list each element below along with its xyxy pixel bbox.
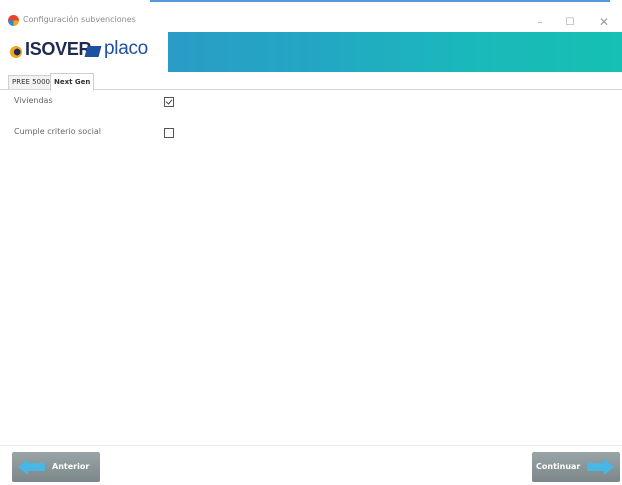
placo-logo-text: placo (104, 38, 148, 59)
placo-logo-icon (84, 46, 102, 57)
minimize-button[interactable]: – (526, 12, 554, 32)
option-row-viviendas: Viviendas (14, 96, 214, 110)
isover-logo: ISOVER (10, 39, 92, 60)
brand-header: ISOVER placo (0, 32, 622, 72)
arrow-right-shaft (587, 463, 605, 471)
option-label-criterio-social: Cumple criterio social (14, 127, 101, 136)
arrow-right-icon (604, 459, 614, 475)
tab-pree-5000[interactable]: PREE 5000 (8, 75, 54, 89)
continue-button[interactable]: Continuar (532, 452, 620, 482)
previous-button[interactable]: Anterior (12, 452, 100, 482)
isover-logo-text: ISOVER (25, 39, 92, 59)
continue-button-label: Continuar (536, 462, 581, 471)
footer-divider (0, 445, 622, 446)
close-button[interactable]: ✕ (590, 12, 618, 32)
tab-next-gen[interactable]: Next Gen (50, 73, 95, 91)
tab-strip: PREE 5000 Next Gen (0, 72, 622, 91)
window-top-border (0, 0, 622, 2)
app-icon (8, 15, 19, 26)
previous-button-label: Anterior (52, 462, 90, 471)
arrow-left-shaft (27, 463, 45, 471)
title-bar[interactable]: Configuración subvenciones – ☐ ✕ (0, 12, 622, 32)
criterio-social-checkbox[interactable] (164, 128, 174, 138)
maximize-button[interactable]: ☐ (556, 12, 584, 32)
option-label-viviendas: Viviendas (14, 96, 53, 105)
isover-logo-icon (10, 46, 22, 58)
placo-logo: placo (84, 38, 148, 60)
window-title: Configuración subvenciones (23, 15, 136, 24)
viviendas-checkbox[interactable] (164, 97, 174, 107)
option-row-criterio-social: Cumple criterio social (14, 127, 214, 141)
window-accent-line (150, 0, 610, 2)
brand-banner (168, 32, 622, 72)
